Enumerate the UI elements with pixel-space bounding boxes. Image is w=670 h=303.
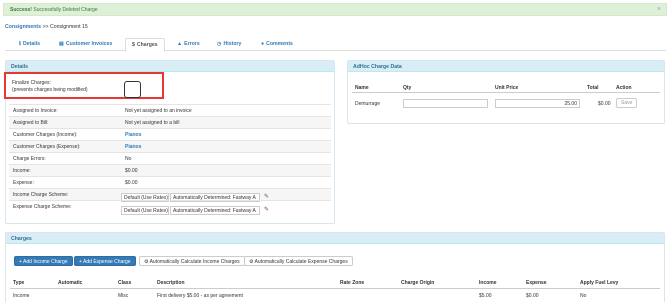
alert-message: Successfully Deleted Charge xyxy=(33,7,98,13)
row-value: No xyxy=(125,156,132,162)
row-value: Not yet assigned to an invoice xyxy=(125,108,192,114)
auto-calc-expense-button[interactable]: ⚙ Automatically Calculate Expense Charge… xyxy=(244,256,353,266)
breadcrumb-separator: >> xyxy=(42,24,49,30)
col-name: Name xyxy=(355,85,369,91)
col-action: Action xyxy=(616,85,632,91)
details-panel-title: Details xyxy=(6,61,334,72)
cell-class: Misc xyxy=(118,293,129,299)
tab-bar: ℹ Details ▤ Customer Invoices $ Charges ▲ Er… xyxy=(5,38,666,52)
close-icon[interactable]: × xyxy=(657,6,661,13)
tab-customer-invoices-label: Customer Invoices xyxy=(65,41,113,47)
pencil-icon[interactable]: ✎ xyxy=(264,206,269,213)
tab-errors-label: Errors xyxy=(184,41,200,47)
row-label: Customer Charges (Expense): xyxy=(13,144,81,150)
expense-scheme-select[interactable]: Default (Use Rates) xyxy=(121,206,169,215)
auto-calc-income-button[interactable]: ⚙ Automatically Calculate Income Charges xyxy=(139,256,245,266)
customer-charges-income-row: Customer Charges (Income): Pianos xyxy=(9,128,331,140)
col-class: Class xyxy=(118,280,132,286)
pianos-income-link[interactable]: Pianos xyxy=(125,132,141,138)
adhoc-panel-title: AdHoc Charge Data xyxy=(348,61,664,72)
cell-description: First delivery $5.00 - as per agreement xyxy=(157,293,243,299)
unit-price-input[interactable]: 25.00 xyxy=(495,99,580,108)
finalize-note-text: (prevents charges being modified) xyxy=(12,87,88,93)
add-income-charge-button[interactable]: + Add Income Charge xyxy=(14,256,73,266)
row-label: Customer Charges (Income): xyxy=(13,132,78,138)
finalize-label-text: Finalize Charges: xyxy=(12,80,51,86)
pencil-icon[interactable]: ✎ xyxy=(264,193,269,200)
col-type: Type xyxy=(13,280,25,286)
document-icon: ▤ xyxy=(59,41,64,47)
breadcrumb-current: Consignment 15 xyxy=(50,24,88,30)
income-scheme-row: Income Charge Scheme: Default (Use Rates… xyxy=(9,188,331,202)
col-total: Total xyxy=(587,85,599,91)
col-charge-origin: Charge Origin xyxy=(401,280,435,286)
charges-header-divider xyxy=(10,288,660,289)
charge-errors-row: Charge Errors: No xyxy=(9,152,331,164)
col-expense: Expense xyxy=(526,280,547,286)
charges-panel-title: Charges xyxy=(6,233,664,244)
income-row: Income: $0.00 xyxy=(9,164,331,176)
expense-scheme-row: Expense Charge Scheme: Default (Use Rate… xyxy=(9,200,331,216)
tab-details-label: Details xyxy=(22,41,40,47)
save-button[interactable]: Save xyxy=(616,98,638,108)
info-icon: ℹ xyxy=(19,41,21,47)
pianos-expense-link[interactable]: Pianos xyxy=(125,144,141,150)
tab-history-label: History xyxy=(223,41,242,47)
col-qty: Qty xyxy=(403,85,412,91)
row-value: $0.00 xyxy=(125,180,138,186)
col-unit-price: Unit Price xyxy=(495,85,519,91)
adhoc-panel: AdHoc Charge Data Name Qty Unit Price To… xyxy=(347,60,665,124)
col-rate-zone: Rate Zone xyxy=(340,280,365,286)
success-alert: Success! Successfully Deleted Charge × xyxy=(3,3,667,16)
row-label: Assigned to Invoice: xyxy=(13,108,58,114)
warning-icon: ▲ xyxy=(177,41,183,47)
expense-scheme-determined: Automatically Determined: Fastway A xyxy=(170,206,260,215)
adhoc-row-name: Demurrage xyxy=(355,101,381,107)
comment-icon: ● xyxy=(261,41,265,47)
row-label: Income: xyxy=(13,168,31,174)
tab-errors[interactable]: ▲ Errors xyxy=(171,38,206,51)
alert-strong: Success! xyxy=(10,7,32,13)
adhoc-row-total: $0.00 xyxy=(598,101,611,107)
finalize-label: Finalize Charges: (prevents charges bein… xyxy=(12,80,88,94)
assigned-invoice-row: Assigned to Invoice: Not yet assigned to… xyxy=(9,104,331,116)
col-automatic: Automatic xyxy=(58,280,83,286)
customer-charges-expense-row: Customer Charges (Expense): Pianos xyxy=(9,140,331,152)
row-label: Expense Charge Scheme: xyxy=(13,204,72,210)
row-label: Income Charge Scheme: xyxy=(13,192,69,198)
expense-row: Expense: $0.00 xyxy=(9,176,331,188)
tab-charges[interactable]: $ Charges xyxy=(125,38,165,52)
col-apply-fuel-levy: Apply Fuel Levy xyxy=(580,280,619,286)
cell-type: Income xyxy=(13,293,30,299)
tab-charges-label: Charges xyxy=(136,42,158,48)
row-label: Assigned to Bill: xyxy=(13,120,49,126)
cell-expense: $0.00 xyxy=(526,293,539,299)
cell-income: $5.00 xyxy=(479,293,492,299)
tab-customer-invoices[interactable]: ▤ Customer Invoices xyxy=(53,38,118,51)
tab-history[interactable]: ◷ History xyxy=(211,38,247,51)
clock-icon: ◷ xyxy=(217,41,222,47)
finalize-charges-row: Finalize Charges: (prevents charges bein… xyxy=(4,72,164,99)
col-income: Income xyxy=(479,280,497,286)
tab-comments-label: Comments xyxy=(266,41,293,47)
cell-apply-fuel-levy: No xyxy=(580,293,587,299)
dollar-icon: $ xyxy=(132,42,135,48)
adhoc-header-divider xyxy=(352,92,660,93)
row-value: $0.00 xyxy=(125,168,138,174)
qty-input[interactable] xyxy=(403,99,488,108)
tab-details[interactable]: ℹ Details xyxy=(13,38,46,51)
row-label: Charge Errors: xyxy=(13,156,46,162)
breadcrumb: Consignments >> Consignment 15 xyxy=(5,24,88,30)
col-description: Description xyxy=(157,280,185,286)
breadcrumb-consignments-link[interactable]: Consignments xyxy=(5,24,41,30)
add-expense-charge-button[interactable]: + Add Expense Charge xyxy=(74,256,136,266)
assigned-bill-row: Assigned to Bill: Not yet assigned to a … xyxy=(9,116,331,128)
row-value: Not yet assigned to a bill xyxy=(125,120,180,126)
charges-panel: Charges xyxy=(5,232,665,303)
tab-comments[interactable]: ● Comments xyxy=(255,38,299,51)
finalize-charges-checkbox[interactable] xyxy=(124,81,141,98)
row-label: Expense: xyxy=(13,180,34,186)
